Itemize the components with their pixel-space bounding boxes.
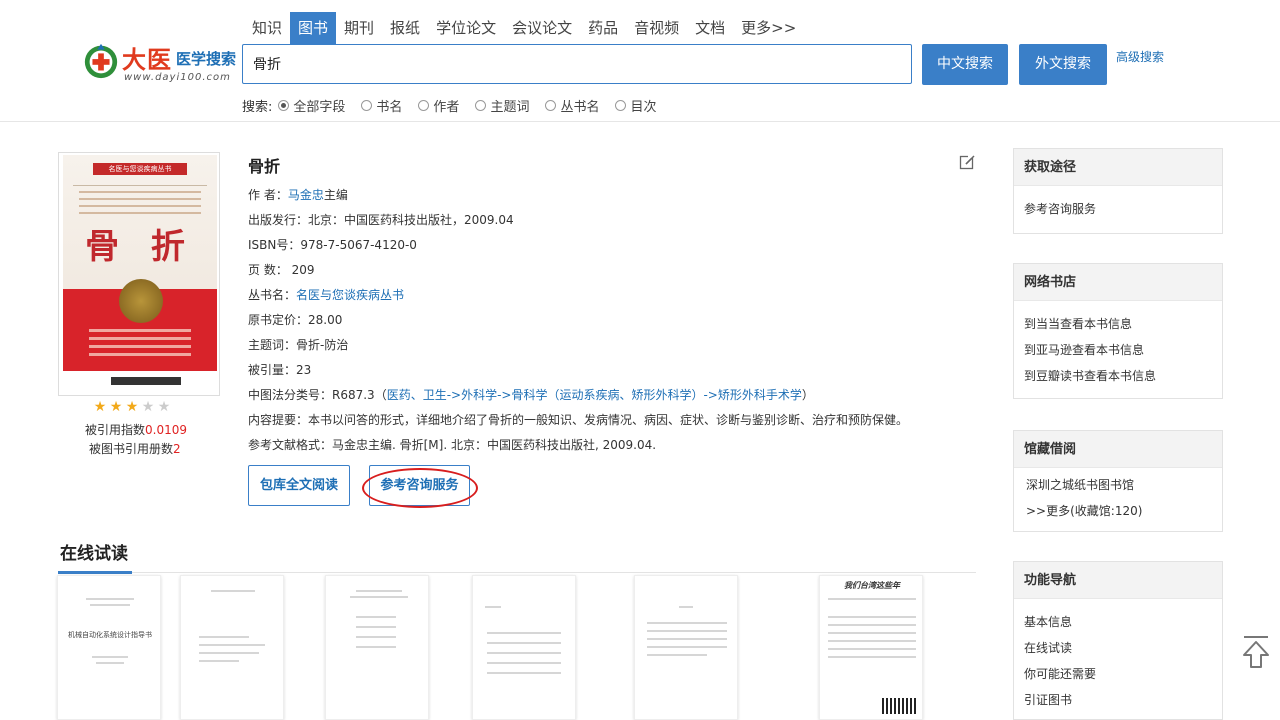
tab-media[interactable]: 音视频 xyxy=(626,12,687,44)
logo-url: www.dayi100.com xyxy=(124,72,231,83)
tab-conference[interactable]: 会议论文 xyxy=(504,12,580,44)
nav-online-preview[interactable]: 在线试读 xyxy=(1014,635,1222,661)
cover-seal-icon xyxy=(119,279,163,323)
cited-row: 被引量：23 xyxy=(248,363,312,377)
nav-basic-info[interactable]: 基本信息 xyxy=(1014,609,1222,635)
search-field-label: 搜索: xyxy=(242,99,273,115)
logo-brand-sub: 医学搜索 xyxy=(176,50,237,68)
panel-library: 馆藏借阅 深圳之城纸书图书馆 >>更多(收藏馆:120) xyxy=(1013,430,1223,532)
divider xyxy=(58,572,976,573)
nav-citing-books[interactable]: 引证图书 xyxy=(1014,687,1222,713)
logo-icon xyxy=(84,43,118,79)
pages-row: 页 数： 209 xyxy=(248,263,315,277)
search-field-options: 搜索: 全部字段 书名 作者 主题词 丛书名 目次 xyxy=(242,95,672,115)
category-tabs: 知识 图书 期刊 报纸 学位论文 会议论文 药品 音视频 文档 更多>> xyxy=(244,12,804,44)
tab-documents[interactable]: 文档 xyxy=(687,12,733,44)
rating-stars: ★ ★ ★ ★ ★ xyxy=(92,400,172,414)
classification-link[interactable]: 医药、卫生->外科学->骨科学（运动系疾病、矫形外科学）->矫形外科手术学 xyxy=(387,388,802,402)
field-radio-author[interactable]: 作者 xyxy=(418,96,459,115)
cited-books-count: 被图书引用册数2 xyxy=(89,442,181,456)
logo[interactable]: 大医 医学搜索 www.dayi100.com xyxy=(80,40,240,90)
book-cover[interactable]: 名医与您谈疾病丛书 骨 折 xyxy=(58,152,220,396)
star-full-icon: ★ xyxy=(109,399,123,415)
panel-access: 获取途径 参考咨询服务 xyxy=(1013,148,1223,234)
barcode-icon xyxy=(882,698,916,714)
tab-books[interactable]: 图书 xyxy=(290,12,337,44)
library-item-link[interactable]: 深圳之城纸书图书馆 xyxy=(1014,472,1222,498)
preview-page-5[interactable] xyxy=(634,575,738,720)
library-more-link[interactable]: >>更多(收藏馆:120) xyxy=(1014,498,1222,524)
access-consult-link[interactable]: 参考咨询服务 xyxy=(1014,196,1222,222)
preview-page-6[interactable]: 我们台湾这些年 xyxy=(819,575,923,720)
panel-stores-title: 网络书店 xyxy=(1014,264,1222,301)
nav-recommend[interactable]: 你可能还需要 xyxy=(1014,661,1222,687)
cover-title: 骨 折 xyxy=(85,227,195,267)
foreign-search-button[interactable]: 外文搜索 xyxy=(1019,44,1107,85)
store-dangdang-link[interactable]: 到当当查看本书信息 xyxy=(1014,311,1222,337)
edit-icon[interactable] xyxy=(959,154,975,170)
star-empty-icon: ★ xyxy=(141,399,155,415)
cover-red-band xyxy=(63,279,217,371)
radio-selected-icon xyxy=(278,99,290,111)
publisher-logo xyxy=(111,377,181,385)
classification-row: 中图法分类号：R687.3（医药、卫生->外科学->骨科学（运动系疾病、矫形外科… xyxy=(248,388,814,402)
cited-index: 被引用指数0.0109 xyxy=(85,423,188,437)
search-input[interactable] xyxy=(242,44,912,84)
radio-icon xyxy=(475,99,487,111)
reference-consult-button[interactable]: 参考咨询服务 xyxy=(369,465,470,506)
citation-row: 参考文献格式：马金忠主编. 骨折[M]. 北京：中国医药科技出版社, 2009.… xyxy=(248,438,657,452)
preview-page-2[interactable] xyxy=(180,575,284,720)
chinese-search-button[interactable]: 中文搜索 xyxy=(922,44,1008,85)
isbn-row: ISBN号：978-7-5067-4120-0 xyxy=(248,238,417,252)
star-empty-icon: ★ xyxy=(157,399,171,415)
author-link[interactable]: 马金忠 xyxy=(288,188,324,202)
radio-icon xyxy=(361,99,373,111)
header: 大医 医学搜索 www.dayi100.com 知识 图书 期刊 报纸 学位论文… xyxy=(0,0,1280,122)
field-radio-all[interactable]: 全部字段 xyxy=(278,96,345,115)
tab-theses[interactable]: 学位论文 xyxy=(428,12,504,44)
field-radio-series[interactable]: 丛书名 xyxy=(545,96,599,115)
cover-series-tag: 名医与您谈疾病丛书 xyxy=(93,163,187,175)
publish-row: 出版发行：北京：中国医药科技出版社，2009.04 xyxy=(248,213,514,227)
field-radio-toc[interactable]: 目次 xyxy=(615,96,656,115)
store-amazon-link[interactable]: 到亚马逊查看本书信息 xyxy=(1014,337,1222,363)
online-preview-title: 在线试读 xyxy=(60,544,128,564)
panel-library-title: 馆藏借阅 xyxy=(1014,431,1222,468)
store-douban-link[interactable]: 到豆瓣读书查看本书信息 xyxy=(1014,363,1222,389)
series-link[interactable]: 名医与您谈疾病丛书 xyxy=(296,288,404,302)
panel-nav: 功能导航 基本信息 在线试读 你可能还需要 引证图书 xyxy=(1013,561,1223,720)
panel-stores: 网络书店 到当当查看本书信息 到亚马逊查看本书信息 到豆瓣读书查看本书信息 xyxy=(1013,263,1223,399)
advanced-search-link[interactable]: 高级搜索 xyxy=(1116,48,1164,65)
summary-row: 内容提要：本书以问答的形式，详细地介绍了骨折的一般知识、发病情况、病因、症状、诊… xyxy=(248,413,909,427)
tab-drugs[interactable]: 药品 xyxy=(580,12,626,44)
full-text-read-button[interactable]: 包库全文阅读 xyxy=(248,465,350,506)
tab-journals[interactable]: 期刊 xyxy=(336,12,382,44)
radio-icon xyxy=(615,99,627,111)
price-row: 原书定价：28.00 xyxy=(248,313,343,327)
field-radio-subject[interactable]: 主题词 xyxy=(475,96,529,115)
tab-knowledge[interactable]: 知识 xyxy=(244,12,290,44)
panel-access-title: 获取途径 xyxy=(1014,149,1222,186)
back-to-top-icon[interactable] xyxy=(1241,635,1271,669)
star-full-icon: ★ xyxy=(125,399,139,415)
book-title: 骨折 xyxy=(248,157,281,176)
field-radio-title[interactable]: 书名 xyxy=(361,96,402,115)
panel-nav-title: 功能导航 xyxy=(1014,562,1222,599)
preview-page-4[interactable] xyxy=(472,575,576,720)
preview-page-1[interactable]: 机械自动化系统设计指导书 xyxy=(57,575,161,720)
series-row: 丛书名：名医与您谈疾病丛书 xyxy=(248,288,405,302)
author-row: 作 者：马金忠主编 xyxy=(248,188,348,202)
star-full-icon: ★ xyxy=(93,399,107,415)
section-underline xyxy=(58,571,132,574)
subject-row: 主题词：骨折-防治 xyxy=(248,338,349,352)
tab-newspapers[interactable]: 报纸 xyxy=(382,12,428,44)
preview-page-3[interactable] xyxy=(325,575,429,720)
logo-brand: 大医 xyxy=(122,46,172,74)
radio-icon xyxy=(418,99,430,111)
tab-more[interactable]: 更多>> xyxy=(733,12,804,44)
radio-icon xyxy=(545,99,557,111)
